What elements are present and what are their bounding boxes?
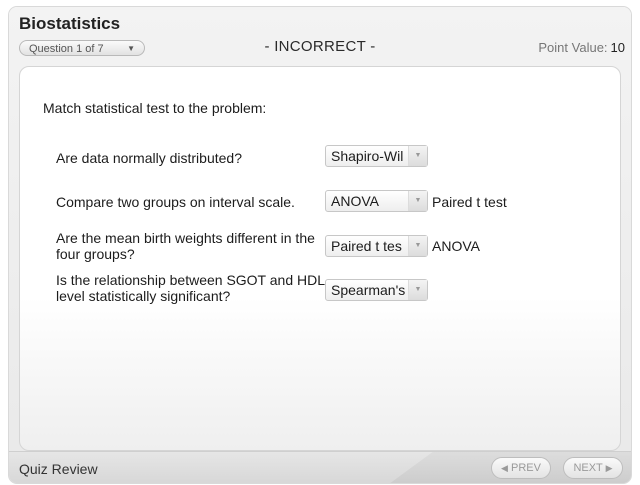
chevron-down-icon: ▼	[408, 191, 427, 211]
next-button-label: NEXT	[573, 462, 603, 474]
instruction-text: Match statistical test to the problem:	[43, 100, 267, 116]
answer-select-3-value: Paired t tes	[331, 238, 402, 254]
answer-select-2[interactable]: ANOVA ▼	[325, 190, 428, 212]
footer-bar: Quiz Review ◀ PREV NEXT ▶	[9, 451, 631, 483]
answer-select-4[interactable]: Spearman's ▼	[325, 279, 428, 301]
answer-select-1[interactable]: Shapiro-Wil ▼	[325, 145, 428, 167]
point-value-display: Point Value: 10	[538, 40, 625, 55]
footer-label: Quiz Review	[19, 461, 98, 477]
question-2-text: Compare two groups on interval scale.	[56, 194, 295, 210]
chevron-down-icon: ▼	[408, 146, 427, 166]
answer-select-2-value: ANOVA	[331, 193, 379, 209]
next-button[interactable]: NEXT ▶	[563, 457, 623, 479]
answer-select-4-value: Spearman's	[331, 282, 406, 298]
chevron-down-icon: ▼	[408, 280, 427, 300]
correct-answer-3: ANOVA	[432, 238, 480, 254]
prev-arrow-icon: ◀	[501, 463, 508, 473]
answer-select-3[interactable]: Paired t tes ▼	[325, 235, 428, 257]
quiz-window: Biostatistics Question 1 of 7 ▼ - INCORR…	[9, 7, 631, 483]
question-3-text: Are the mean birth weights different in …	[56, 230, 315, 262]
point-value: 10	[610, 40, 625, 55]
chevron-down-icon: ▼	[408, 236, 427, 256]
answer-select-1-value: Shapiro-Wil	[331, 148, 404, 164]
correct-answer-2: Paired t test	[432, 194, 507, 210]
next-arrow-icon: ▶	[605, 463, 613, 473]
point-value-label: Point Value:	[538, 40, 608, 55]
question-1-text: Are data normally distributed?	[56, 150, 242, 166]
app-title: Biostatistics	[19, 14, 121, 33]
prev-button[interactable]: ◀ PREV	[491, 457, 551, 479]
prev-button-label: PREV	[511, 462, 541, 474]
question-4-text: Is the relationship between SGOT and HDL…	[56, 272, 325, 304]
question-panel: Match statistical test to the problem: A…	[19, 66, 621, 451]
